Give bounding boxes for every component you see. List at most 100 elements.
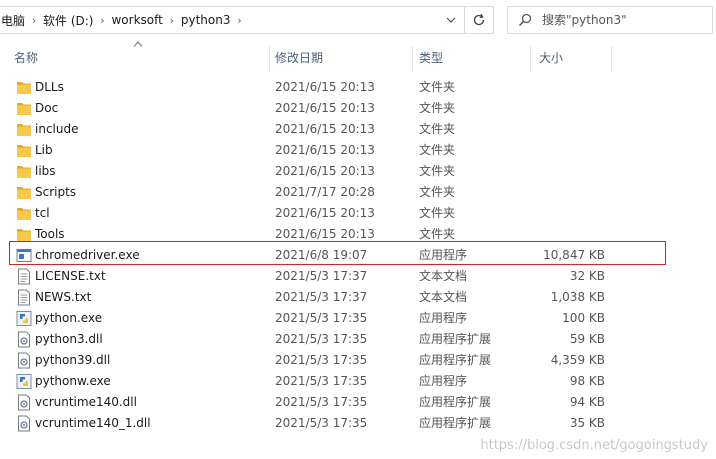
column-divider[interactable] xyxy=(269,46,270,72)
file-row[interactable]: python3.dll 2021/5/3 17:35 应用程序扩展 59 KB xyxy=(0,329,716,350)
file-type: 文件夹 xyxy=(419,80,456,94)
file-name: tcl xyxy=(35,206,50,220)
file-size: 98 KB xyxy=(569,374,605,388)
file-name: include xyxy=(35,122,79,136)
file-row[interactable]: pythonw.exe 2021/5/3 17:35 应用程序 98 KB xyxy=(0,371,716,392)
file-type: 应用程序 xyxy=(419,374,468,388)
file-modified-date: 2021/5/3 17:35 xyxy=(275,374,368,388)
file-row[interactable]: libs 2021/6/15 20:13 文件夹 xyxy=(0,161,716,182)
column-divider[interactable] xyxy=(412,46,413,72)
file-type: 文件夹 xyxy=(419,164,456,178)
file-size: 10,847 KB xyxy=(543,248,605,262)
file-size: 1,038 KB xyxy=(550,290,605,304)
search-icon xyxy=(512,13,538,27)
file-row[interactable]: Scripts 2021/7/17 20:28 文件夹 xyxy=(0,182,716,203)
file-name: python39.dll xyxy=(35,353,111,367)
file-row[interactable]: Lib 2021/6/15 20:13 文件夹 xyxy=(0,140,716,161)
file-name: NEWS.txt xyxy=(35,290,92,304)
breadcrumb-item-worksoft[interactable]: worksoft xyxy=(109,13,164,27)
file-modified-date: 2021/5/3 17:35 xyxy=(275,332,368,346)
file-type: 文本文档 xyxy=(419,269,468,283)
column-header-type[interactable]: 类型 xyxy=(419,42,529,74)
breadcrumb: 电脑 › 软件 (D:) › worksoft › python3 › xyxy=(0,7,438,33)
watermark: https://blog.csdn.net/gogoingstudy xyxy=(480,438,708,453)
file-size: 32 KB xyxy=(569,269,605,283)
address-history-dropdown[interactable] xyxy=(438,7,464,33)
breadcrumb-item-python3[interactable]: python3 xyxy=(179,13,233,27)
file-modified-date: 2021/6/15 20:13 xyxy=(275,227,375,241)
dll-icon xyxy=(16,415,32,432)
folder-icon xyxy=(16,100,32,117)
file-name: vcruntime140.dll xyxy=(35,395,137,409)
file-row[interactable]: Tools 2021/6/15 20:13 文件夹 xyxy=(0,224,716,245)
file-modified-date: 2021/5/3 17:37 xyxy=(275,290,368,304)
refresh-button[interactable] xyxy=(464,7,493,33)
text-file-icon xyxy=(16,289,32,306)
file-name: libs xyxy=(35,164,56,178)
breadcrumb-separator-icon[interactable]: › xyxy=(232,14,246,27)
file-row[interactable]: vcruntime140_1.dll 2021/5/3 17:35 应用程序扩展 35… xyxy=(0,413,716,434)
file-name: chromedriver.exe xyxy=(35,248,140,262)
file-row[interactable]: NEWS.txt 2021/5/3 17:37 文本文档 1,038 KB xyxy=(0,287,716,308)
folder-icon xyxy=(16,205,32,222)
file-modified-date: 2021/6/8 19:07 xyxy=(275,248,368,262)
python-icon xyxy=(16,310,32,327)
sort-ascending-icon xyxy=(133,41,143,47)
address-bar[interactable]: 电脑 › 软件 (D:) › worksoft › python3 › xyxy=(0,6,494,34)
column-header-row: 名称 修改日期 类型 大小 xyxy=(0,42,716,74)
folder-icon xyxy=(16,226,32,243)
file-type: 文本文档 xyxy=(419,290,468,304)
file-modified-date: 2021/6/15 20:13 xyxy=(275,101,375,115)
folder-icon xyxy=(16,163,32,180)
search-box[interactable] xyxy=(507,6,713,34)
file-name: Lib xyxy=(35,143,53,157)
file-row[interactable]: Doc 2021/6/15 20:13 文件夹 xyxy=(0,98,716,119)
breadcrumb-separator-icon[interactable]: › xyxy=(165,14,179,27)
breadcrumb-item-drive[interactable]: 软件 (D:) xyxy=(41,12,95,29)
search-input[interactable] xyxy=(542,13,702,27)
file-list: DLLs 2021/6/15 20:13 文件夹 Doc 2021/6/15 20:13… xyxy=(0,77,716,434)
file-type: 文件夹 xyxy=(419,227,456,241)
file-type: 文件夹 xyxy=(419,122,456,136)
file-type: 应用程序扩展 xyxy=(419,332,492,346)
breadcrumb-separator-icon[interactable]: › xyxy=(95,14,109,27)
file-size: 59 KB xyxy=(569,332,605,346)
dll-icon xyxy=(16,394,32,411)
file-row[interactable]: tcl 2021/6/15 20:13 文件夹 xyxy=(0,203,716,224)
file-name: Tools xyxy=(35,227,65,241)
file-row[interactable]: vcruntime140.dll 2021/5/3 17:35 应用程序扩展 94 K… xyxy=(0,392,716,413)
file-row[interactable]: LICENSE.txt 2021/5/3 17:37 文本文档 32 KB xyxy=(0,266,716,287)
file-modified-date: 2021/6/15 20:13 xyxy=(275,80,375,94)
file-row[interactable]: python39.dll 2021/5/3 17:35 应用程序扩展 4,359 KB xyxy=(0,350,716,371)
column-header-size[interactable]: 大小 xyxy=(539,42,609,74)
folder-icon xyxy=(16,79,32,96)
file-type: 文件夹 xyxy=(419,101,456,115)
file-name: Scripts xyxy=(35,185,77,199)
file-row[interactable]: include 2021/6/15 20:13 文件夹 xyxy=(0,119,716,140)
file-modified-date: 2021/5/3 17:35 xyxy=(275,395,368,409)
breadcrumb-separator-icon[interactable]: › xyxy=(27,14,41,27)
file-modified-date: 2021/6/15 20:13 xyxy=(275,143,375,157)
file-modified-date: 2021/7/17 20:28 xyxy=(275,185,375,199)
refresh-icon xyxy=(473,13,485,26)
file-size: 4,359 KB xyxy=(550,353,605,367)
file-row[interactable]: chromedriver.exe 2021/6/8 19:07 应用程序 10,847… xyxy=(0,245,716,266)
breadcrumb-item-pc[interactable]: 电脑 xyxy=(0,12,27,29)
file-row[interactable]: python.exe 2021/5/3 17:35 应用程序 100 KB xyxy=(0,308,716,329)
column-header-date[interactable]: 修改日期 xyxy=(275,42,411,74)
file-type: 文件夹 xyxy=(419,143,456,157)
file-modified-date: 2021/5/3 17:35 xyxy=(275,416,368,430)
exe-icon xyxy=(16,247,32,264)
dll-icon xyxy=(16,331,32,348)
file-name: pythonw.exe xyxy=(35,374,111,388)
text-file-icon xyxy=(16,268,32,285)
column-divider[interactable] xyxy=(611,46,612,72)
column-divider[interactable] xyxy=(530,46,531,72)
python-icon xyxy=(16,373,32,390)
file-type: 应用程序扩展 xyxy=(419,416,492,430)
file-type: 应用程序扩展 xyxy=(419,395,492,409)
file-row[interactable]: DLLs 2021/6/15 20:13 文件夹 xyxy=(0,77,716,98)
file-modified-date: 2021/6/15 20:13 xyxy=(275,122,375,136)
file-type: 应用程序扩展 xyxy=(419,353,492,367)
dll-icon xyxy=(16,352,32,369)
